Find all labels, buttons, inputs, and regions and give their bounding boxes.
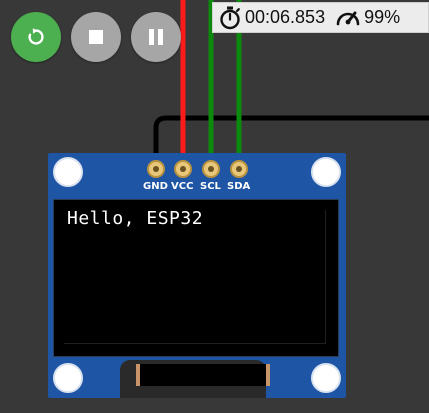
pin-vcc[interactable] bbox=[174, 160, 192, 178]
simulation-status-bar: 00:06.853 99% bbox=[212, 2, 429, 33]
elapsed-time: 00:06.853 bbox=[245, 7, 326, 27]
pause-button[interactable] bbox=[131, 12, 181, 62]
pause-icon bbox=[148, 28, 164, 46]
pin-gnd[interactable] bbox=[147, 160, 165, 178]
simulator-canvas[interactable]: 00:06.853 99% GND VCC SCL SDA Hello, ESP… bbox=[0, 0, 429, 413]
stopwatch-icon bbox=[219, 6, 241, 30]
pin-scl[interactable] bbox=[202, 160, 220, 178]
mounting-hole bbox=[311, 157, 341, 187]
display-text: Hello, ESP32 bbox=[67, 208, 204, 229]
simulation-speed: 99% bbox=[364, 7, 401, 27]
speedometer-icon bbox=[335, 7, 361, 29]
stop-icon bbox=[88, 29, 104, 45]
pin-sda[interactable] bbox=[230, 160, 248, 178]
mounting-hole bbox=[53, 363, 83, 393]
screen-border bbox=[64, 210, 326, 344]
restart-icon bbox=[25, 26, 47, 48]
oled-screen: Hello, ESP32 bbox=[53, 199, 339, 357]
oled-display-module[interactable]: GND VCC SCL SDA Hello, ESP32 bbox=[48, 153, 346, 398]
restart-button[interactable] bbox=[11, 12, 61, 62]
pin-label-gnd: GND bbox=[143, 181, 168, 192]
pin-label-vcc: VCC bbox=[171, 181, 194, 192]
pin-label-scl: SCL bbox=[200, 181, 221, 192]
mounting-hole bbox=[53, 157, 83, 187]
mounting-hole bbox=[311, 363, 341, 393]
stop-button[interactable] bbox=[71, 12, 121, 62]
pin-label-sda: SDA bbox=[227, 181, 251, 192]
ribbon-cable bbox=[136, 364, 270, 386]
